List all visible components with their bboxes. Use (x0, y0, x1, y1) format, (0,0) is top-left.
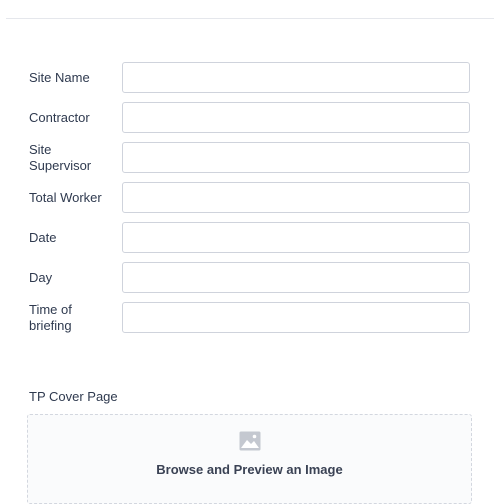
total-worker-label: Total Worker (29, 189, 102, 205)
contractor-input[interactable] (122, 102, 470, 133)
site-name-label: Site Name (29, 69, 90, 85)
day-input[interactable] (122, 262, 470, 293)
form-row-day: Day (0, 262, 500, 302)
date-input[interactable] (122, 222, 470, 253)
form-row-total-worker: Total Worker (0, 182, 500, 222)
browse-preview-image-text[interactable]: Browse and Preview an Image (28, 462, 471, 477)
time-of-briefing-input[interactable] (122, 302, 470, 333)
time-of-briefing-label: Time of briefing (29, 301, 72, 333)
top-divider (6, 18, 494, 19)
date-label: Date (29, 229, 57, 245)
site-supervisor-input[interactable] (122, 142, 470, 173)
tp-cover-page-label: TP Cover Page (29, 389, 118, 404)
total-worker-input[interactable] (122, 182, 470, 213)
form-row-time-of-briefing: Time of briefing (0, 302, 500, 342)
form-row-site-name: Site Name (0, 62, 500, 102)
day-label: Day (29, 269, 53, 285)
site-briefing-form: Site Name Contractor Site Supervisor Tot… (0, 62, 500, 342)
image-icon (239, 431, 261, 451)
form-row-site-supervisor: Site Supervisor (0, 142, 500, 182)
contractor-label: Contractor (29, 109, 90, 125)
form-row-contractor: Contractor (0, 102, 500, 142)
site-supervisor-label: Site Supervisor (29, 141, 92, 173)
site-name-input[interactable] (122, 62, 470, 93)
image-upload-dropzone[interactable]: Browse and Preview an Image (27, 414, 472, 504)
form-row-date: Date (0, 222, 500, 262)
